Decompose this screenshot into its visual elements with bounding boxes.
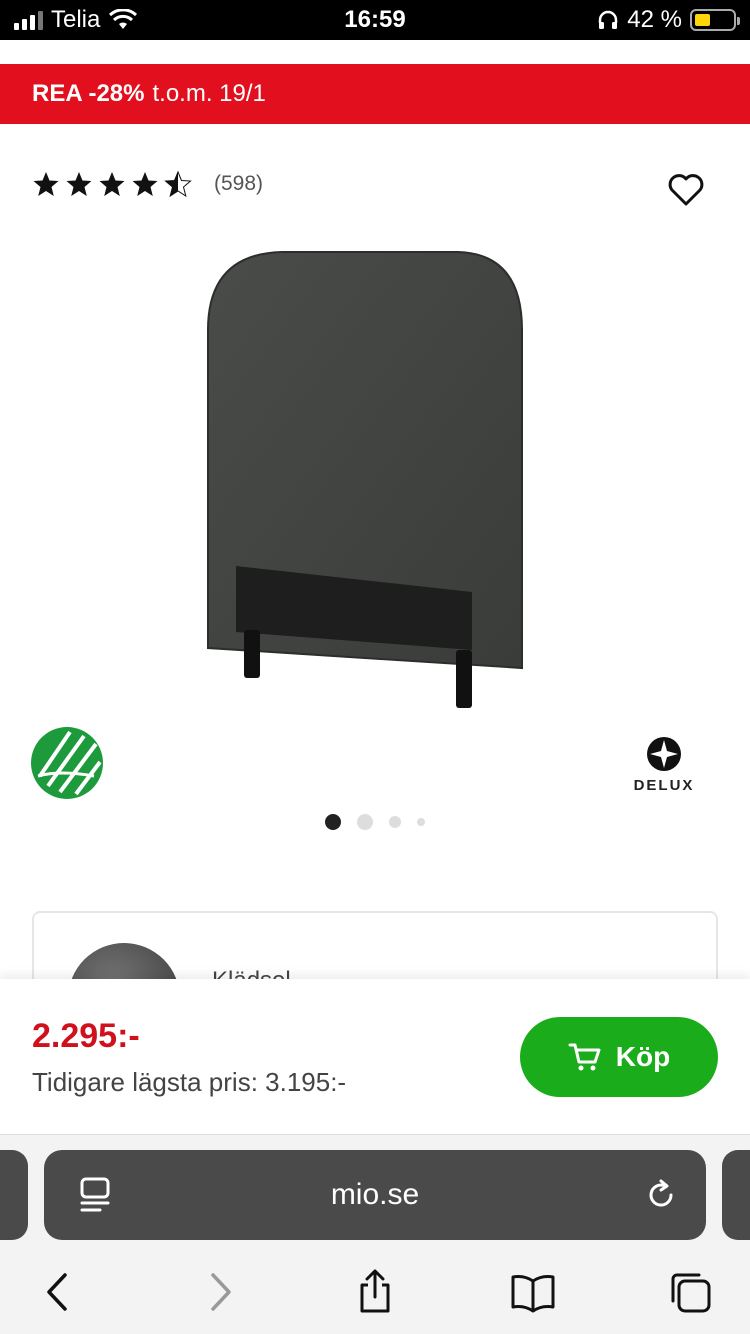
url-text[interactable]: mio.se [44, 1178, 706, 1212]
bookmarks-button[interactable] [508, 1267, 558, 1317]
previous-lowest-price: Tidigare lägsta pris: 3.195:- [32, 1067, 347, 1097]
sale-highlight: REA -28% [32, 80, 145, 107]
battery-icon [690, 9, 740, 31]
status-bar: Telia 16:59 42 % [0, 0, 750, 40]
star-full-icon [33, 172, 59, 196]
price-bar: 2.295:- Tidigare lägsta pris: 3.195:- Kö… [0, 979, 750, 1135]
delux-logo: DELUX [624, 736, 704, 796]
sale-banner[interactable]: REA -28% t.o.m. 19/1 [0, 64, 750, 124]
bookmarks-icon [511, 1275, 555, 1313]
next-tab[interactable] [722, 1150, 750, 1240]
tabs-icon [671, 1273, 711, 1313]
forward-icon [211, 1273, 231, 1311]
sale-period: t.o.m. 19/1 [152, 80, 266, 107]
delux-star-icon [647, 737, 681, 771]
price: 2.295:- [32, 1017, 140, 1055]
previous-tab[interactable] [0, 1150, 28, 1240]
buy-button[interactable]: Köp [520, 1017, 718, 1097]
back-button[interactable] [33, 1267, 83, 1317]
reload-icon[interactable] [644, 1178, 678, 1212]
star-half-icon [164, 170, 192, 198]
carousel-dot[interactable] [357, 814, 373, 830]
back-icon [47, 1273, 67, 1311]
address-bar[interactable]: mio.se [44, 1150, 706, 1240]
cart-icon [568, 1043, 601, 1071]
carousel-dot[interactable] [325, 814, 341, 830]
product-rating[interactable]: (598) [32, 170, 263, 198]
tabs-button[interactable] [665, 1267, 715, 1317]
carousel-dot[interactable] [389, 816, 401, 828]
buy-label: Köp [615, 1041, 671, 1072]
product-image[interactable] [190, 240, 550, 720]
nordic-swan-ecolabel-icon [31, 727, 103, 799]
headphones-icon [599, 10, 618, 29]
forward-button[interactable] [195, 1267, 245, 1317]
rating-stars [32, 170, 192, 198]
battery-percent: 42 % [627, 6, 682, 33]
share-button[interactable] [350, 1267, 400, 1317]
carousel-dot[interactable] [417, 818, 425, 826]
delux-text: DELUX [633, 777, 695, 794]
star-full-icon [66, 172, 92, 196]
star-full-icon [99, 172, 125, 196]
review-count: (598) [214, 172, 264, 195]
share-icon [360, 1269, 390, 1313]
heart-outline-icon[interactable] [666, 170, 706, 210]
browser-chrome: mio.se [0, 1135, 750, 1334]
carousel-dots[interactable] [0, 814, 750, 830]
status-right: 42 % [597, 6, 740, 34]
star-full-icon [132, 172, 158, 196]
